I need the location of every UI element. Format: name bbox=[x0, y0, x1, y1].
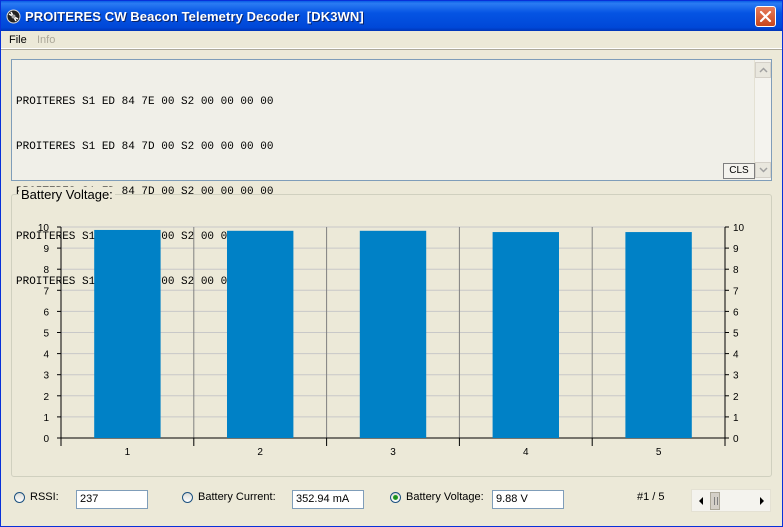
scroll-left-button[interactable] bbox=[693, 492, 710, 510]
battery-voltage-radio[interactable] bbox=[390, 492, 401, 503]
readout-row: RSSI: 237 Battery Current: 352.94 mA Bat… bbox=[1, 487, 782, 511]
menu-file[interactable]: File bbox=[9, 34, 27, 46]
rssi-value-field[interactable]: 237 bbox=[76, 490, 148, 509]
battery-voltage-value-field[interactable]: 9.88 V bbox=[492, 490, 564, 509]
battery-current-radio[interactable] bbox=[182, 492, 193, 503]
clear-log-button[interactable]: CLS bbox=[723, 163, 755, 179]
arrow-right-icon bbox=[760, 497, 764, 505]
rssi-radio[interactable] bbox=[14, 492, 25, 503]
menu-bar: File Info bbox=[1, 31, 782, 49]
battery-current-value-field[interactable]: 352.94 mA bbox=[292, 490, 364, 509]
battery-current-label: Battery Current: bbox=[198, 491, 276, 503]
battery-voltage-label: Battery Voltage: bbox=[406, 491, 484, 503]
satellite-app-icon bbox=[6, 9, 21, 24]
record-counter: #1 / 5 bbox=[637, 491, 665, 503]
log-scrollbar[interactable] bbox=[754, 60, 771, 180]
scroll-down-button[interactable] bbox=[755, 162, 771, 178]
log-line: PROITERES S1 ED 84 7E 00 S2 00 00 00 00 bbox=[16, 96, 274, 108]
scroll-thumb[interactable] bbox=[710, 492, 720, 510]
arrow-left-icon bbox=[699, 497, 703, 505]
menu-info[interactable]: Info bbox=[37, 34, 55, 46]
window-title: PROITERES CW Beacon Telemetry Decoder [D… bbox=[25, 9, 364, 24]
chevron-down-icon bbox=[759, 167, 768, 173]
chart-group-label: Battery Voltage: bbox=[19, 187, 115, 202]
close-icon bbox=[759, 10, 772, 23]
scroll-right-button[interactable] bbox=[753, 492, 770, 510]
title-bar[interactable]: PROITERES CW Beacon Telemetry Decoder [D… bbox=[1, 1, 782, 31]
record-scrollbar[interactable] bbox=[691, 489, 771, 512]
rssi-label: RSSI: bbox=[30, 491, 59, 503]
telemetry-log[interactable]: PROITERES S1 ED 84 7E 00 S2 00 00 00 00 … bbox=[11, 59, 772, 288]
close-button[interactable] bbox=[755, 6, 776, 27]
log-line: PROITERES S1 ED 84 7D 00 S2 00 00 00 00 bbox=[16, 141, 274, 153]
scroll-up-button[interactable] bbox=[755, 62, 771, 78]
app-window: PROITERES CW Beacon Telemetry Decoder [D… bbox=[0, 0, 783, 527]
chevron-up-icon bbox=[759, 67, 768, 73]
battery-voltage-group bbox=[11, 194, 772, 477]
